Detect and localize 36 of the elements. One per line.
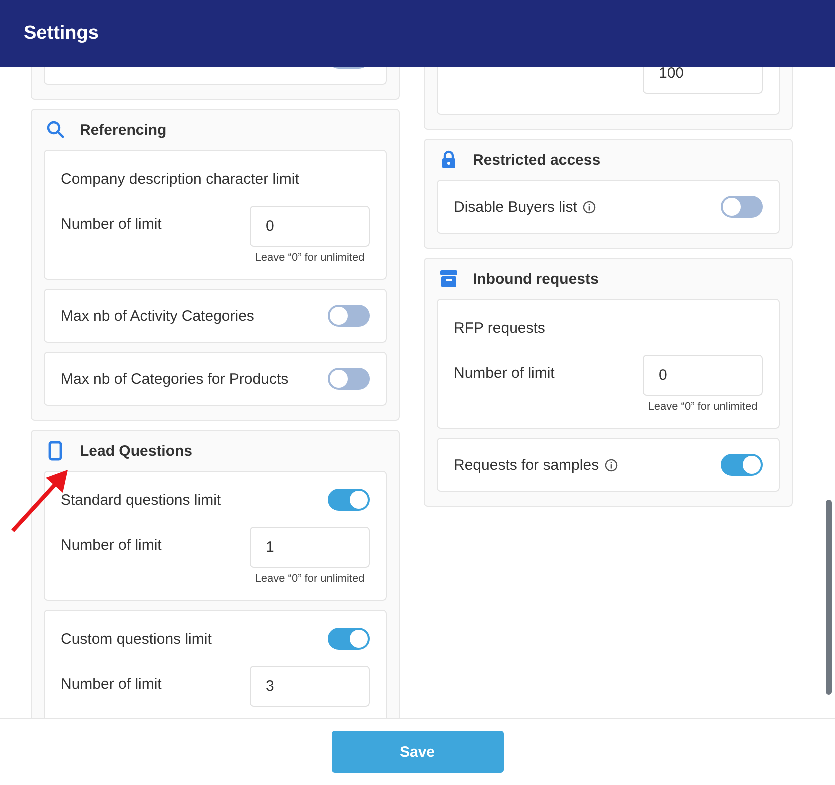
- setting-label: Max nb of Categories for Products: [61, 370, 289, 388]
- section-title: Restricted access: [473, 152, 601, 168]
- toggle-switch[interactable]: [328, 305, 370, 327]
- field-label: Number of limit: [61, 676, 162, 693]
- setting-label: Max nb of Activity Categories: [61, 308, 254, 324]
- toggle-switch[interactable]: [328, 368, 370, 390]
- archive-box-icon: [439, 269, 459, 289]
- setting-label: Disable Buyers list: [454, 198, 578, 216]
- setting-label: Requests for samples: [454, 456, 600, 474]
- setting-label: Standard questions limit: [61, 492, 222, 508]
- setting-label: RFP requests: [454, 320, 546, 336]
- number-input[interactable]: 100: [643, 67, 763, 94]
- section-title: Referencing: [80, 122, 167, 138]
- hint-text: Leave “0” for unlimited: [255, 573, 365, 585]
- number-input[interactable]: 0: [643, 355, 763, 396]
- toggle-switch[interactable]: [721, 454, 763, 476]
- window-title: Settings: [24, 22, 99, 44]
- search-icon: [46, 120, 66, 140]
- toggle-switch[interactable]: [721, 196, 763, 218]
- info-icon[interactable]: [583, 200, 596, 214]
- toggle-switch[interactable]: [328, 628, 370, 650]
- setting-label: Company description character limit: [61, 170, 300, 188]
- hint-text: Leave “0” for unlimited: [648, 401, 758, 413]
- setting-label: Custom questions limit: [61, 630, 212, 648]
- field-label: Number of limit: [454, 365, 555, 382]
- section-title: Lead Questions: [80, 442, 193, 460]
- number-input[interactable]: 0: [250, 206, 370, 247]
- field-label: Number of limit: [61, 216, 162, 233]
- number-input[interactable]: 3: [250, 666, 370, 707]
- info-icon[interactable]: [605, 458, 618, 472]
- section-title: Inbound requests: [473, 270, 599, 288]
- scrollbar[interactable]: [826, 500, 832, 695]
- toggle-switch[interactable]: [328, 489, 370, 511]
- hint-text: Leave “0” for unlimited: [255, 252, 365, 264]
- number-input[interactable]: 1: [250, 527, 370, 568]
- field-label: Number of limit: [61, 537, 162, 554]
